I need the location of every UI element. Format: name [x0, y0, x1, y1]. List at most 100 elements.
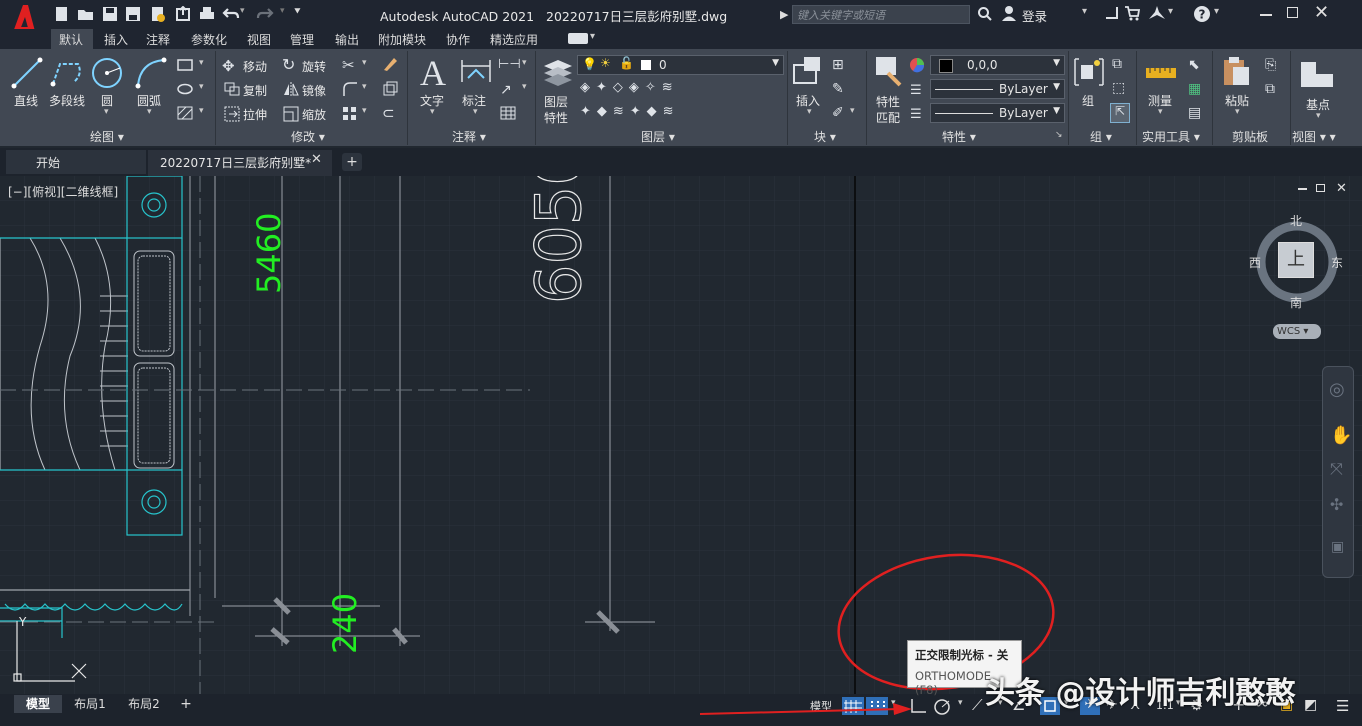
save-icon[interactable] — [102, 6, 120, 22]
scale-icon[interactable] — [283, 106, 299, 125]
text-dropdown-icon[interactable]: ▾ — [430, 107, 435, 117]
arc-dropdown-icon[interactable]: ▾ — [147, 107, 152, 117]
viewport-controls-label[interactable]: [−][俯视][二维线框] — [8, 183, 118, 200]
layer-tools-row1-icon[interactable]: ◈✦◇◈✧≋ — [580, 80, 679, 95]
copy-icon[interactable] — [224, 82, 240, 99]
pan-icon[interactable]: ✋ — [1330, 425, 1352, 446]
wcs-menu[interactable]: WCS ▾ — [1273, 324, 1321, 339]
fillet-dropdown-icon[interactable]: ▾ — [362, 82, 367, 92]
trim-dropdown-icon[interactable]: ▾ — [362, 58, 367, 68]
showmotion-icon[interactable]: ▣ — [1331, 539, 1344, 555]
layer-properties-label-line1[interactable]: 图层 — [544, 93, 568, 110]
match-properties-label-line2[interactable]: 匹配 — [876, 109, 900, 126]
zoom-extents-icon[interactable]: ⤧ — [1330, 459, 1343, 479]
trim-icon[interactable]: ✂ — [342, 56, 355, 74]
close-window-icon[interactable]: ✕ — [1314, 2, 1329, 23]
linear-dim-icon[interactable]: ⊢⊣ — [498, 57, 521, 72]
ribbon-tab-parametric[interactable]: 参数化 — [191, 31, 227, 48]
linetype-dropdown[interactable]: ByLayer ▼ — [930, 103, 1065, 123]
viewport-close-icon[interactable]: ✕ — [1336, 181, 1347, 196]
hatch-icon[interactable] — [177, 106, 193, 123]
paste-dropdown-icon[interactable]: ▾ — [1235, 107, 1240, 117]
group-edit-icon[interactable]: ⬚ — [1112, 80, 1125, 96]
ribbon-tab-collaborate[interactable]: 协作 — [446, 31, 470, 48]
modify-panel-title[interactable]: 修改 ▾ — [291, 128, 325, 145]
group-icon[interactable] — [1073, 57, 1105, 90]
rotate-button-label[interactable]: 旋转 — [302, 58, 326, 75]
properties-launcher-icon[interactable]: ↘ — [1055, 130, 1063, 140]
drawing-canvas[interactable]: 5460 6050 240 Y 上 北 南 东 西 WCS ▾ ✕ ◎ ✋ ⤧ … — [0, 176, 1362, 694]
ellipse-icon[interactable] — [177, 82, 193, 99]
ribbon-tab-view[interactable]: 视图 — [247, 31, 271, 48]
expand-search-icon[interactable]: ▶ — [780, 8, 788, 21]
info-center-icon[interactable] — [1106, 7, 1118, 19]
text-icon[interactable]: A — [420, 52, 446, 94]
add-layout-icon[interactable]: + — [176, 695, 196, 713]
erase-icon[interactable] — [382, 56, 398, 75]
line-button-label[interactable]: 直线 — [14, 92, 38, 109]
polyline-icon[interactable] — [50, 56, 84, 93]
search-input[interactable]: 键入关键字或短语 — [792, 5, 970, 24]
calculator-icon[interactable]: ▤ — [1188, 105, 1201, 121]
paste-icon[interactable] — [1221, 55, 1251, 90]
insert-block-icon[interactable] — [792, 55, 824, 90]
copy-clip-icon[interactable]: ⎘ — [1265, 57, 1276, 73]
table-icon[interactable] — [500, 106, 516, 123]
redo-dropdown-icon[interactable]: ▾ — [280, 6, 285, 16]
hatch-dropdown-icon[interactable]: ▾ — [199, 106, 204, 116]
layout-tab-layout1[interactable]: 布局1 — [66, 695, 114, 713]
circle-icon[interactable] — [90, 56, 124, 93]
viewcube-south[interactable]: 南 — [1290, 294, 1302, 311]
redo-icon[interactable] — [256, 6, 274, 22]
steering-wheel-icon[interactable]: ◎ — [1329, 379, 1345, 400]
dimension-dropdown-icon[interactable]: ▾ — [473, 107, 478, 117]
create-block-icon[interactable]: ⊞ — [832, 57, 844, 73]
file-tab-document[interactable]: 20220717日三层彭府别墅* ✕ — [148, 150, 332, 176]
mirror-icon[interactable] — [283, 81, 299, 100]
explode-icon[interactable] — [382, 81, 398, 100]
undo-icon[interactable] — [222, 6, 240, 22]
ribbon-tab-annotate[interactable]: 注释 — [146, 31, 170, 48]
stretch-icon[interactable] — [224, 106, 240, 125]
offset-icon[interactable]: ⊂ — [382, 104, 395, 122]
array-dropdown-icon[interactable]: ▾ — [362, 106, 367, 116]
print-icon[interactable] — [198, 6, 216, 22]
save-as-icon[interactable] — [125, 6, 143, 22]
search-icon[interactable] — [977, 6, 993, 25]
layout-tab-layout2[interactable]: 布局2 — [118, 695, 170, 713]
move-icon[interactable]: ✥ — [222, 57, 235, 75]
polar-dropdown-icon[interactable]: ▾ — [958, 698, 963, 708]
dimension-text-5460[interactable]: 5460 — [250, 213, 288, 294]
store-cart-icon[interactable] — [1124, 5, 1141, 24]
base-view-dropdown-icon[interactable]: ▾ — [1316, 111, 1321, 121]
color-wheel-icon[interactable] — [909, 57, 925, 76]
layer-properties-icon[interactable] — [542, 56, 574, 91]
ribbon-tab-manage[interactable]: 管理 — [290, 31, 314, 48]
help-icon[interactable]: ? — [1193, 5, 1211, 26]
new-file-icon[interactable] — [54, 6, 72, 22]
linear-dim-dropdown-icon[interactable]: ▾ — [522, 58, 527, 68]
array-icon[interactable] — [342, 106, 358, 125]
view-panel-title[interactable]: 视图 ▾ ▾ — [1292, 128, 1336, 145]
app-dropdown-icon[interactable]: ▾ — [1168, 6, 1173, 17]
mirror-button-label[interactable]: 镜像 — [302, 82, 326, 99]
ribbon-tab-addins[interactable]: 附加模块 — [378, 31, 426, 48]
layer-properties-label-line2[interactable]: 特性 — [544, 109, 568, 126]
autodesk-app-icon[interactable] — [1148, 5, 1166, 24]
dimension-icon[interactable] — [460, 56, 492, 91]
properties-panel-title[interactable]: 特性 ▾ — [942, 128, 976, 145]
match-properties-icon[interactable] — [874, 55, 904, 90]
leader-icon[interactable]: ↗ — [500, 82, 512, 98]
login-link[interactable]: 登录 — [1022, 6, 1047, 25]
quick-select-icon[interactable]: ⬉ — [1188, 57, 1200, 73]
layout-tab-model[interactable]: 模型 — [14, 695, 62, 713]
dimension-text-240[interactable]: 240 — [326, 593, 364, 654]
web-mobile-icon[interactable] — [150, 6, 168, 22]
viewcube-top-face[interactable]: 上 — [1278, 242, 1314, 278]
login-dropdown-icon[interactable]: ▾ — [1082, 6, 1087, 17]
draw-panel-title[interactable]: 绘图 ▾ — [90, 128, 124, 145]
stretch-button-label[interactable]: 拉伸 — [243, 106, 267, 123]
viewport-minimize-icon[interactable] — [1298, 188, 1307, 190]
edit-block-icon[interactable]: ✎ — [832, 81, 844, 97]
viewcube-north[interactable]: 北 — [1290, 212, 1302, 229]
